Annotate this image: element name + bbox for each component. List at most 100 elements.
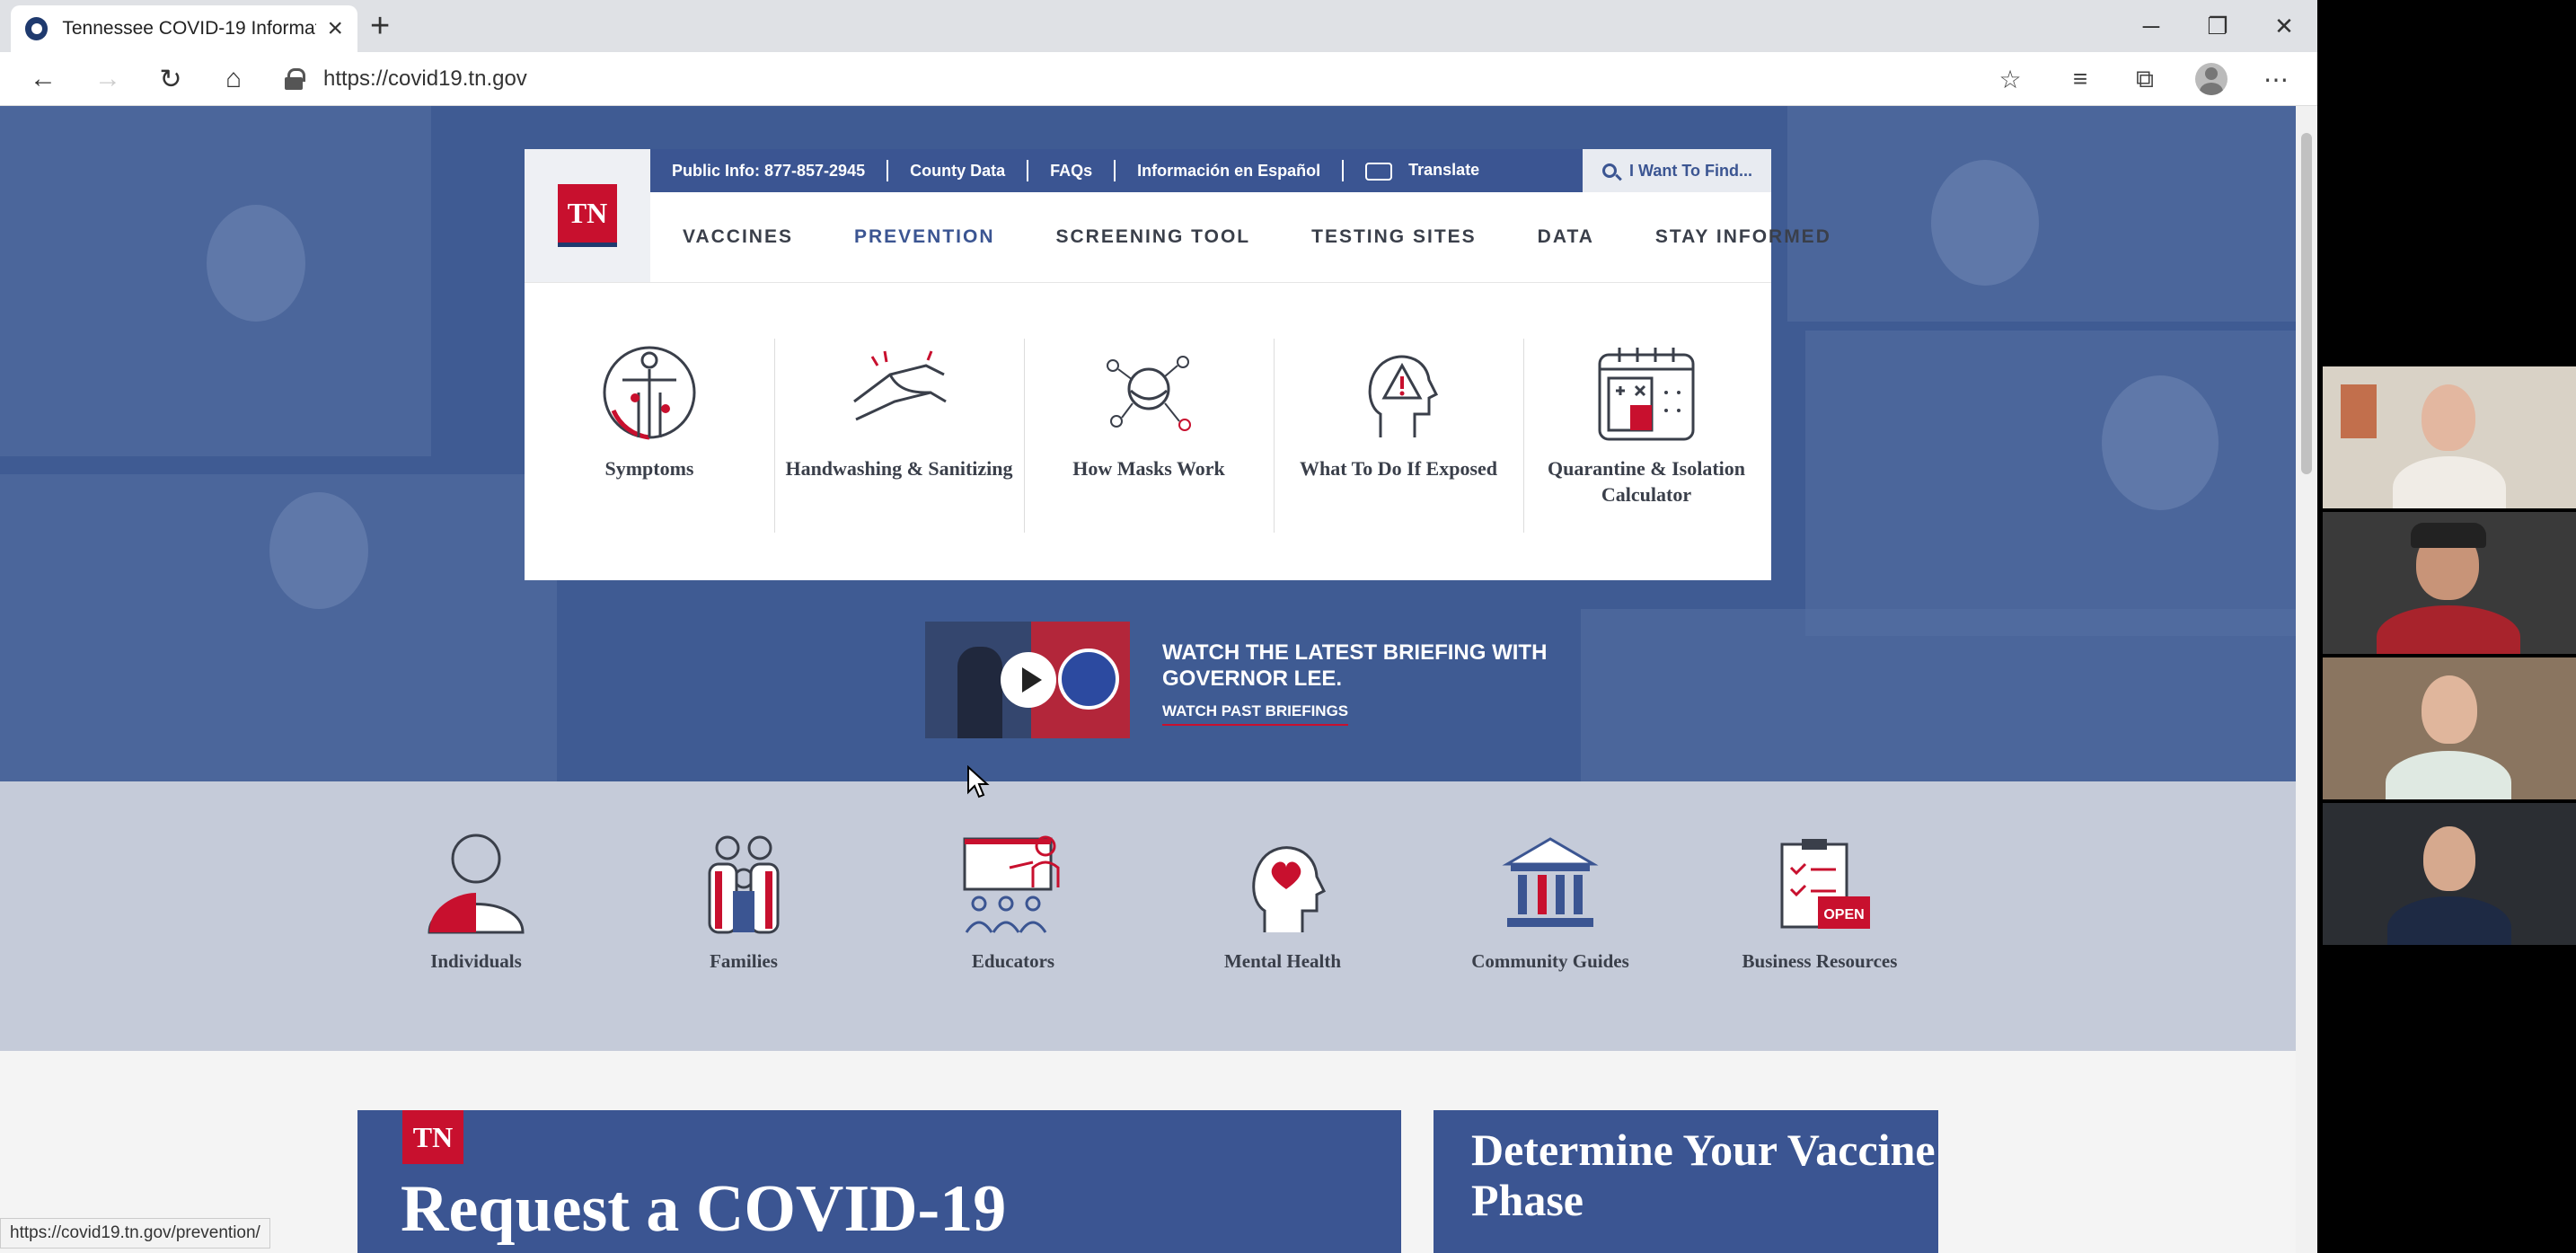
prevention-dropdown: Symptoms Handwashing & Sanitizing How Ma… [525, 282, 1771, 580]
audience-label: Individuals [430, 950, 522, 972]
i-want-to-find-search[interactable]: I Want To Find... [1583, 149, 1771, 192]
audience-label: Business Resources [1742, 950, 1898, 972]
menu-item-masks[interactable]: How Masks Work [1024, 339, 1274, 533]
svg-text:OPEN: OPEN [1823, 907, 1864, 922]
menu-label: How Masks Work [1072, 457, 1225, 480]
governor-figure [957, 647, 1002, 738]
browser-toolbar: ← → ↻ ⌂ https://covid19.tn.gov ☆ ≡ ⧉ ⋯ [0, 52, 2317, 106]
promo-headline: Determine Your Vaccine Phase [1471, 1125, 1936, 1225]
screen: Tennessee COVID-19 Informatio × + ─ ❐ ✕ … [0, 0, 2576, 1253]
back-icon[interactable]: ← [25, 61, 61, 97]
hero-photo [1581, 609, 2296, 781]
nav-testing-sites[interactable]: TESTING SITES [1311, 226, 1477, 248]
hero-face [269, 492, 368, 609]
nav-stay-informed[interactable]: STAY INFORMED [1655, 226, 1831, 248]
audience-educators[interactable]: Educators [905, 832, 1121, 973]
nav-screening-tool[interactable]: SCREENING TOOL [1056, 226, 1251, 248]
page-scrollbar[interactable] [2296, 106, 2317, 1253]
favorites-list-icon[interactable]: ≡ [2064, 63, 2096, 95]
forward-icon[interactable]: → [90, 61, 126, 97]
participant-body [2377, 605, 2520, 654]
public-info-link[interactable]: Public Info: 877-857-2945 [650, 162, 887, 181]
nav-vaccines[interactable]: VACCINES [683, 226, 793, 248]
menu-item-handwashing[interactable]: Handwashing & Sanitizing [774, 339, 1024, 533]
faqs-link[interactable]: FAQs [1028, 162, 1114, 181]
main-nav: VACCINES PREVENTION SCREENING TOOL TESTI… [650, 192, 1830, 282]
participant-body [2386, 751, 2511, 799]
scrollbar-thumb[interactable] [2301, 133, 2312, 474]
video-call-sidebar [2323, 366, 2576, 950]
restore-icon[interactable]: ❐ [2184, 0, 2251, 52]
briefing-title: WATCH THE LATEST BRIEFING WITH GOVERNOR … [1162, 640, 1548, 691]
translate-label: Translate [1408, 161, 1480, 180]
hero-photo [1787, 106, 2296, 322]
home-icon[interactable]: ⌂ [216, 61, 251, 97]
county-data-link[interactable]: County Data [888, 162, 1027, 181]
menu-item-exposed[interactable]: What To Do If Exposed [1274, 339, 1523, 533]
nav-prevention[interactable]: PREVENTION [854, 226, 995, 248]
espanol-link[interactable]: Información en Español [1116, 162, 1342, 181]
menu-item-symptoms[interactable]: Symptoms [525, 339, 774, 533]
menu-label: Symptoms [604, 457, 694, 480]
handwashing-icon [853, 350, 947, 421]
participant-head [2423, 826, 2475, 891]
audience-community-guides[interactable]: Community Guides [1442, 832, 1658, 973]
collections-icon[interactable]: ⧉ [2129, 63, 2161, 95]
profile-avatar[interactable] [2195, 63, 2228, 95]
participant-video[interactable] [2323, 512, 2576, 654]
tab-strip: Tennessee COVID-19 Informatio × + ─ ❐ ✕ [0, 0, 2317, 52]
audience-section: Individuals Families Educators Mental He… [0, 781, 2296, 1051]
translate-icon [1365, 162, 1393, 181]
calculator-calendar-icon [1598, 348, 1695, 441]
menu-label: Handwashing & Sanitizing [785, 457, 1013, 480]
briefing-video-thumbnail[interactable] [925, 622, 1130, 738]
more-menu-icon[interactable]: ⋯ [2260, 63, 2292, 95]
play-icon[interactable] [1001, 652, 1056, 708]
audience-label: Families [710, 950, 778, 972]
reload-icon[interactable]: ↻ [153, 61, 189, 97]
community-building-icon [1502, 837, 1599, 927]
menu-label: What To Do If Exposed [1299, 457, 1498, 480]
browser-tab[interactable]: Tennessee COVID-19 Informatio × [11, 5, 357, 52]
hero-section: TN Public Info: 877-857-2945 County Data… [0, 106, 2296, 781]
audience-families[interactable]: Families [636, 832, 851, 973]
audience-label: Mental Health [1223, 950, 1342, 972]
menu-item-quarantine-calculator[interactable]: Quarantine & Isolation Calculator [1522, 339, 1771, 533]
site-header: TN Public Info: 877-857-2945 County Data… [525, 149, 1830, 282]
status-bar-url: https://covid19.tn.gov/prevention/ [0, 1218, 270, 1249]
nav-data[interactable]: DATA [1538, 226, 1594, 248]
business-open-sign-icon: OPEN [1780, 839, 1870, 929]
tn-logo[interactable]: TN [525, 149, 650, 282]
educator-classroom-icon [963, 835, 1060, 933]
tn-logo-mark[interactable]: TN [558, 184, 617, 247]
participant-video[interactable] [2323, 657, 2576, 799]
briefing-banner: WATCH THE LATEST BRIEFING WITH GOVERNOR … [925, 622, 1572, 738]
browser-window: Tennessee COVID-19 Informatio × + ─ ❐ ✕ … [0, 0, 2317, 1253]
participant-video[interactable] [2323, 803, 2576, 945]
address-url[interactable]: https://covid19.tn.gov [323, 66, 527, 92]
wall-art [2341, 384, 2377, 438]
translate-button[interactable]: Translate [1344, 161, 1501, 181]
audience-individuals[interactable]: Individuals [368, 832, 584, 973]
close-tab-icon[interactable]: × [327, 15, 343, 42]
address-bar[interactable]: https://covid19.tn.gov [284, 59, 2026, 99]
promo-headline: Request a COVID-19 [401, 1172, 1007, 1246]
exposed-head-warning-icon [1368, 355, 1439, 437]
audience-business-resources[interactable]: OPEN Business Resources [1712, 832, 1928, 973]
close-window-icon[interactable]: ✕ [2251, 0, 2317, 52]
favorite-star-icon[interactable]: ☆ [1994, 63, 2026, 95]
minimize-icon[interactable]: ─ [2118, 0, 2184, 52]
participant-head [2422, 384, 2475, 451]
participant-head [2422, 675, 2477, 744]
vaccine-phase-promo[interactable]: Determine Your Vaccine Phase [1434, 1110, 1938, 1253]
watch-past-briefings-link[interactable]: WATCH PAST BRIEFINGS [1162, 702, 1349, 726]
symptoms-body-icon [603, 346, 696, 440]
tab-title: Tennessee COVID-19 Informatio [62, 18, 317, 39]
request-test-promo[interactable]: TN Request a COVID-19 [357, 1110, 1401, 1253]
participant-video[interactable] [2323, 366, 2576, 508]
new-tab-icon[interactable]: + [370, 9, 390, 43]
mental-health-heart-icon [1252, 846, 1327, 932]
finder-label: I Want To Find... [1629, 161, 1752, 180]
audience-mental-health[interactable]: Mental Health [1175, 832, 1390, 973]
promo-tn-logo: TN [402, 1110, 463, 1164]
